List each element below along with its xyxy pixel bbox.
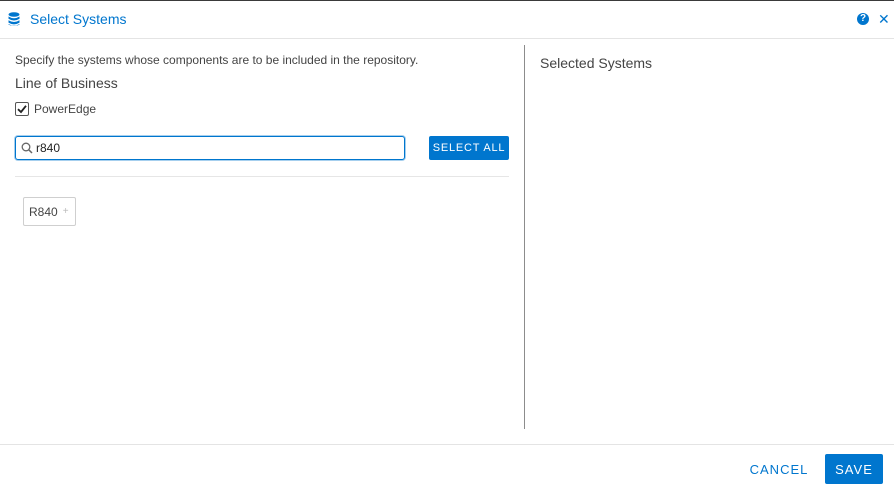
database-icon <box>8 12 20 27</box>
select-systems-dialog: Select Systems ? ✕ Specify the systems w… <box>0 0 894 484</box>
select-all-button[interactable]: SELECT ALL <box>429 136 509 160</box>
system-search-field[interactable] <box>15 136 405 160</box>
dialog-footer: CANCEL SAVE <box>0 444 894 484</box>
dialog-header: Select Systems ? ✕ <box>0 1 894 39</box>
search-input[interactable] <box>36 139 396 157</box>
cancel-button[interactable]: CANCEL <box>745 454 813 484</box>
panel-divider <box>524 45 525 429</box>
checkmark-icon <box>17 105 27 114</box>
system-chip-r840[interactable]: R840 + <box>23 197 76 226</box>
selected-systems-title: Selected Systems <box>540 55 653 71</box>
poweredge-checkbox[interactable] <box>15 102 29 116</box>
results-divider <box>15 176 509 177</box>
plus-icon[interactable]: + <box>63 206 69 217</box>
help-icon[interactable]: ? <box>857 13 869 25</box>
poweredge-checkbox-label: PowerEdge <box>34 102 97 116</box>
poweredge-checkbox-row[interactable]: PowerEdge <box>15 102 96 116</box>
search-icon <box>21 142 33 154</box>
system-chip-label: R840 <box>29 204 58 219</box>
dialog-title: Select Systems <box>30 11 127 27</box>
save-button[interactable]: SAVE <box>825 454 883 484</box>
close-icon[interactable]: ✕ <box>878 10 890 28</box>
instructions-text: Specify the systems whose components are… <box>15 53 419 67</box>
line-of-business-label: Line of Business <box>15 75 118 91</box>
